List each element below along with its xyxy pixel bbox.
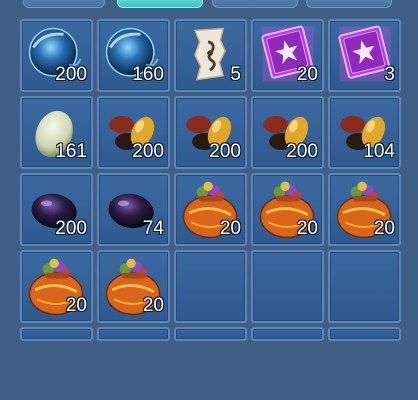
inventory-slot[interactable]: 20 [20, 250, 93, 323]
inventory-slot[interactable]: 20 [328, 173, 401, 246]
inventory-slot[interactable]: 200 [20, 173, 93, 246]
item-count: 161 [55, 141, 87, 162]
inventory-slot[interactable]: 20 [174, 173, 247, 246]
item-count: 160 [132, 64, 164, 85]
inventory-tab-1[interactable] [23, 0, 105, 8]
item-count: 5 [230, 64, 241, 85]
inventory-slot-empty[interactable] [97, 327, 170, 341]
inventory-slot[interactable]: 5 [174, 19, 247, 92]
item-count: 20 [373, 218, 395, 239]
inventory-tab-2[interactable] [117, 0, 203, 8]
inventory-slot[interactable]: 161 [20, 96, 93, 169]
inventory-slot[interactable]: 20 [251, 19, 324, 92]
inventory-slot-empty[interactable] [328, 327, 401, 341]
item-count: 104 [363, 141, 395, 162]
item-count: 20 [65, 295, 87, 316]
item-count: 200 [132, 141, 164, 162]
inventory-slot-empty[interactable] [174, 250, 247, 323]
item-count: 20 [219, 218, 241, 239]
item-count: 3 [384, 64, 395, 85]
inventory-grid: 200 160 5 20 3 161 200 200 200 104 200 7… [20, 19, 401, 400]
inventory-slot-empty[interactable] [20, 327, 93, 341]
inventory-slot[interactable]: 200 [97, 96, 170, 169]
item-count: 20 [296, 64, 318, 85]
inventory-slot[interactable]: 200 [20, 19, 93, 92]
item-count: 200 [286, 141, 318, 162]
inventory-tab-3[interactable] [212, 0, 298, 8]
item-count: 200 [55, 218, 87, 239]
item-count: 74 [142, 218, 164, 239]
item-count: 20 [296, 218, 318, 239]
item-count: 200 [55, 64, 87, 85]
inventory-slot[interactable]: 74 [97, 173, 170, 246]
inventory-slot[interactable]: 200 [174, 96, 247, 169]
inventory-slot[interactable]: 20 [97, 250, 170, 323]
inventory-slot-empty[interactable] [174, 327, 247, 341]
inventory-tab-4[interactable] [306, 0, 392, 8]
inventory-slot-empty[interactable] [328, 250, 401, 323]
inventory-slot[interactable]: 104 [328, 96, 401, 169]
inventory-slot-empty[interactable] [251, 250, 324, 323]
item-count: 200 [209, 141, 241, 162]
inventory-slot[interactable]: 20 [251, 173, 324, 246]
inventory-tabs [0, 0, 418, 10]
inventory-slot[interactable]: 160 [97, 19, 170, 92]
inventory-slot-empty[interactable] [251, 327, 324, 341]
inventory-slot[interactable]: 200 [251, 96, 324, 169]
item-count: 20 [142, 295, 164, 316]
inventory-slot[interactable]: 3 [328, 19, 401, 92]
